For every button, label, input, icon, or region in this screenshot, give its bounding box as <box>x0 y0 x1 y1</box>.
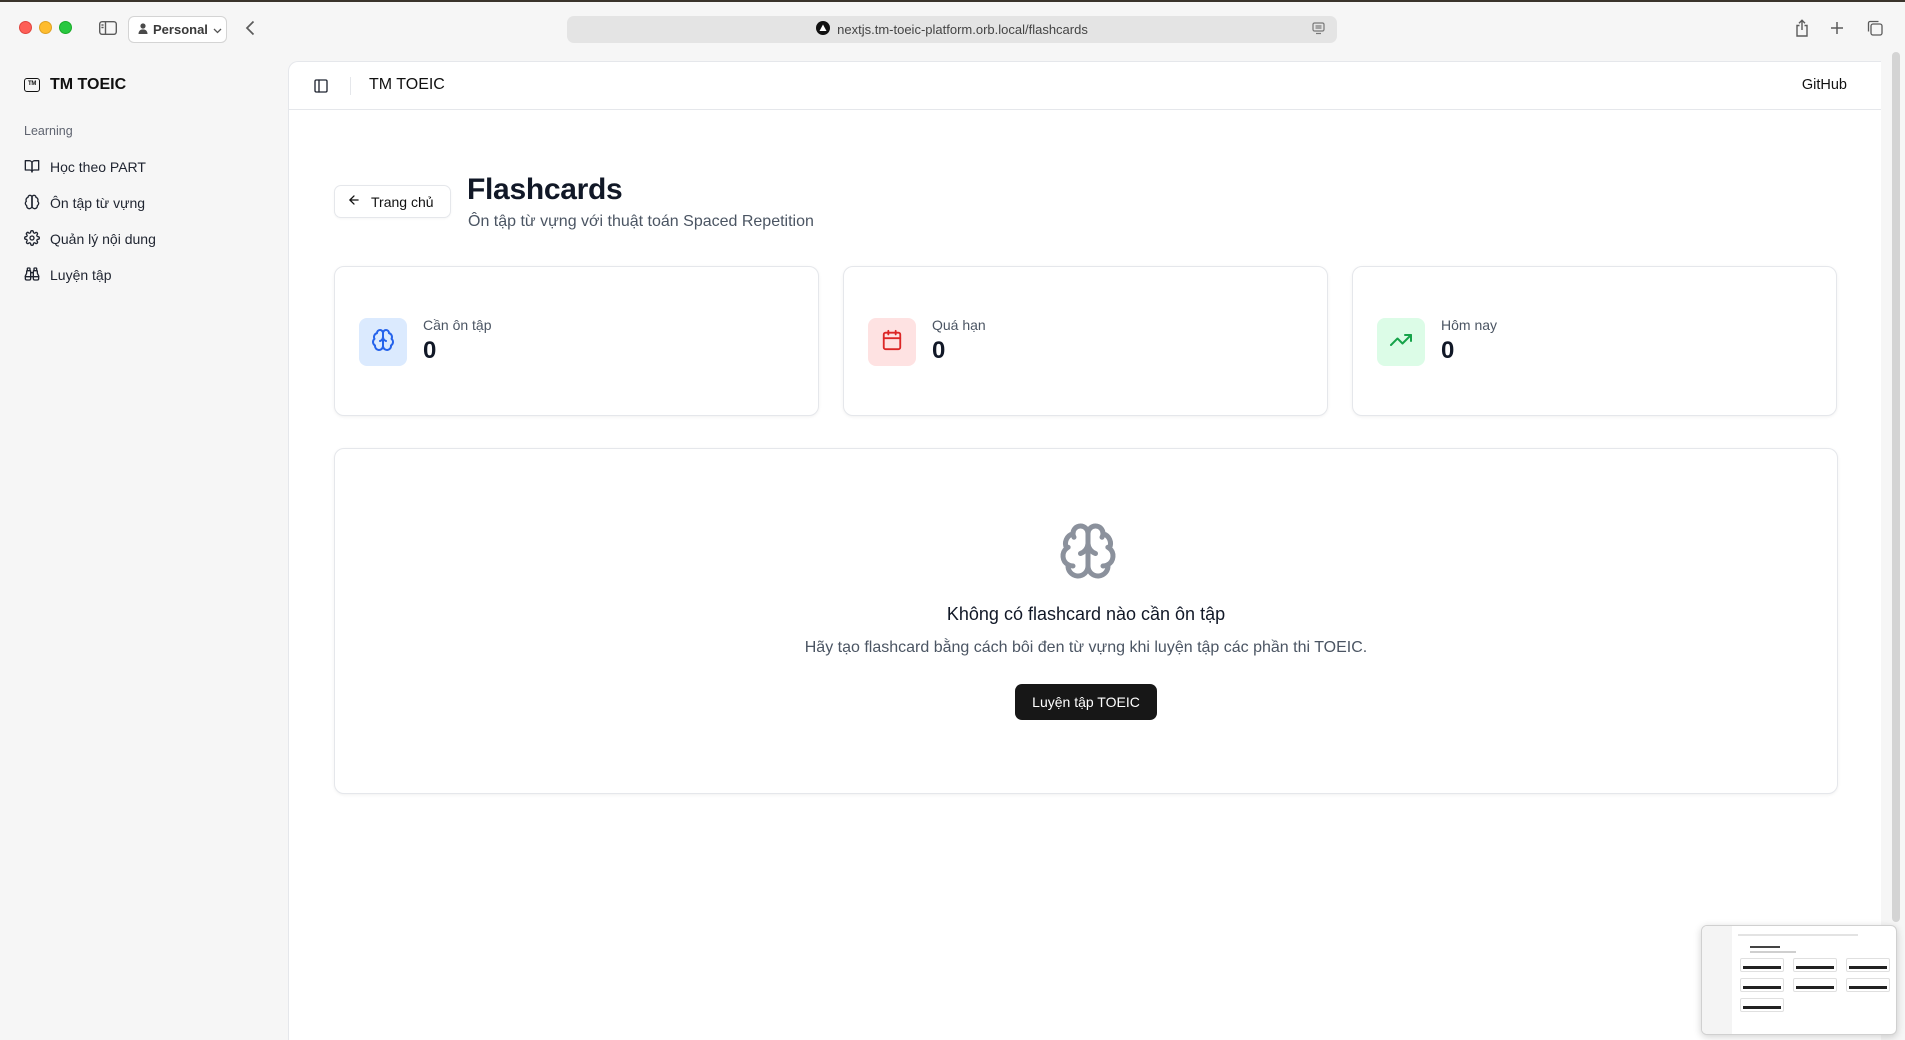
sidebar-item-label: Ôn tập từ vựng <box>50 195 146 211</box>
stat-label: Cần ôn tập <box>423 317 492 333</box>
empty-state-title: Không có flashcard nào cần ôn tập <box>946 604 1226 624</box>
page-title: Flashcards <box>467 173 623 206</box>
sidebar-nav: Học theo PART Ôn tập từ vựng Quản lý nội… <box>16 149 276 293</box>
stat-value: 0 <box>423 337 437 364</box>
calendar-icon <box>881 329 903 356</box>
minimize-window-button[interactable] <box>39 21 52 34</box>
sidebar-item-label: Quản lý nội dung <box>50 231 156 247</box>
brain-icon <box>24 194 40 213</box>
chevron-down-icon <box>213 22 222 37</box>
scrollbar-thumb[interactable] <box>1892 52 1900 922</box>
stat-icon-box <box>1377 318 1425 366</box>
profile-label: Personal <box>153 22 208 37</box>
header-divider <box>350 77 351 95</box>
new-tab-icon[interactable] <box>1825 16 1849 40</box>
person-icon <box>138 22 148 37</box>
stat-label: Hôm nay <box>1441 317 1498 333</box>
sidebar-toggle-icon[interactable] <box>96 16 120 40</box>
stat-card-qua-han: Quá hạn 0 <box>843 266 1328 416</box>
main-panel: TM TOEIC GitHub Trang chủ Flashcards Ôn … <box>288 61 1881 1040</box>
arrow-left-icon <box>347 193 361 210</box>
practice-toeic-button[interactable]: Luyện tập TOEIC <box>1015 684 1157 720</box>
browser-toolbar: Personal nextjs.tm-toeic-platform.orb.lo… <box>0 0 1905 52</box>
site-icon <box>816 21 831 38</box>
brand-name: TM TOEIC <box>50 76 127 93</box>
reader-icon[interactable] <box>1312 22 1325 38</box>
screenshot-thumbnail-preview[interactable] <box>1701 925 1897 1035</box>
gear-icon <box>24 229 40 249</box>
back-arrow-icon[interactable] <box>238 16 262 40</box>
main-header: TM TOEIC GitHub <box>289 62 1881 110</box>
back-home-label: Trang chủ <box>371 193 434 210</box>
github-link[interactable]: GitHub <box>1802 77 1847 93</box>
stat-icon-box <box>868 318 916 366</box>
stat-card-hom-nay: Hôm nay 0 <box>1352 266 1837 416</box>
sidebar-item-label: Luyện tập <box>50 267 112 283</box>
brand-logo-icon: TM <box>24 78 40 92</box>
stat-value: 0 <box>1441 337 1455 364</box>
trending-up-icon <box>1389 328 1413 357</box>
empty-state-card: Không có flashcard nào cần ôn tập Hãy tạ… <box>334 448 1838 794</box>
back-home-button[interactable]: Trang chủ <box>334 185 451 218</box>
brain-icon <box>371 328 395 357</box>
sidebar-item-luyen-tap[interactable]: Luyện tập <box>16 257 276 293</box>
sidebar-group-label: Learning <box>24 124 73 138</box>
share-icon[interactable] <box>1790 16 1814 40</box>
empty-state-description: Hãy tạo flashcard bằng cách bôi đen từ v… <box>804 639 1368 656</box>
tab-overview-icon[interactable] <box>1863 16 1887 40</box>
sidebar-item-label: Học theo PART <box>50 159 146 175</box>
window-scrollbar[interactable] <box>1892 52 1900 922</box>
address-bar[interactable]: nextjs.tm-toeic-platform.orb.local/flash… <box>567 16 1337 43</box>
stat-label: Quá hạn <box>932 317 986 333</box>
app-sidebar: TM TM TOEIC Learning Học theo PART Ôn tậ… <box>0 52 288 1040</box>
sidebar-panel-toggle-icon[interactable] <box>311 76 331 96</box>
stat-card-can-on-tap: Cần ôn tập 0 <box>334 266 819 416</box>
binoculars-icon <box>24 266 40 285</box>
stats-row: Cần ôn tập 0 Quá hạn 0 Hôm nay 0 <box>334 266 1838 416</box>
sidebar-item-quan-ly-noi-dung[interactable]: Quản lý nội dung <box>16 221 276 257</box>
profile-selector[interactable]: Personal <box>128 16 227 43</box>
brain-icon <box>1058 521 1118 581</box>
book-open-icon <box>24 158 40 177</box>
sidebar-item-on-tap-tu-vung[interactable]: Ôn tập từ vựng <box>16 185 276 221</box>
zoom-window-button[interactable] <box>59 21 72 34</box>
brand[interactable]: TM TM TOEIC <box>24 76 126 94</box>
page-subtitle: Ôn tập từ vựng với thuật toán Spaced Rep… <box>468 213 814 230</box>
header-title: TM TOEIC <box>369 76 445 93</box>
sidebar-item-hoc-theo-part[interactable]: Học theo PART <box>16 149 276 185</box>
stat-icon-box <box>359 318 407 366</box>
close-window-button[interactable] <box>19 21 32 34</box>
stat-value: 0 <box>932 337 946 364</box>
url-text: nextjs.tm-toeic-platform.orb.local/flash… <box>837 22 1088 37</box>
